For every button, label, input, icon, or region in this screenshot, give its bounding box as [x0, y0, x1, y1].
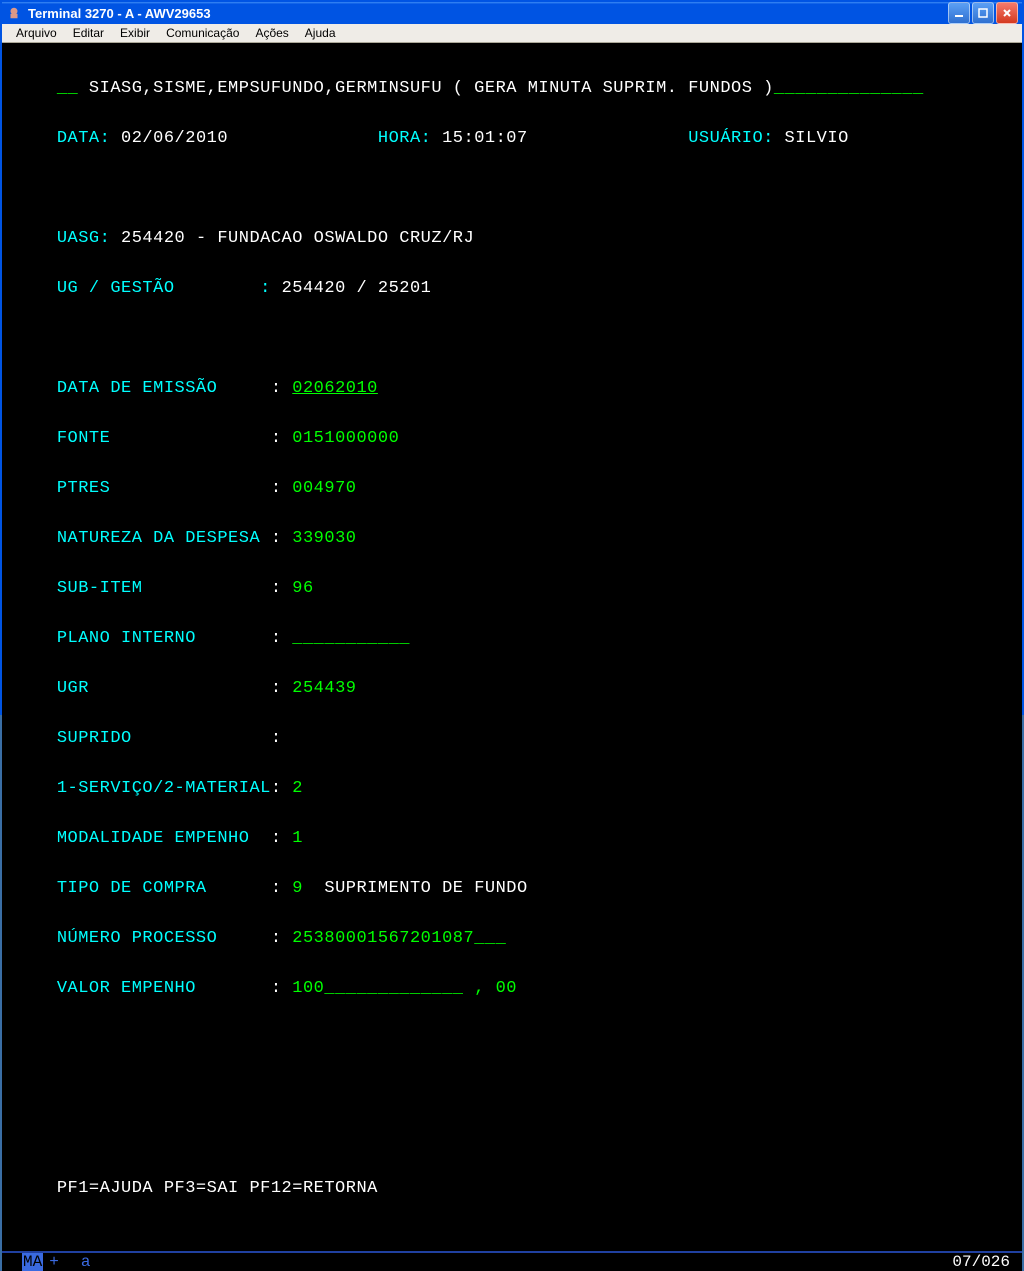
- titlebar[interactable]: Terminal 3270 - A - AWV29653: [2, 2, 1022, 24]
- data-emissao-label: DATA DE EMISSÃO: [57, 379, 271, 398]
- ptres-value[interactable]: 004970: [292, 479, 356, 498]
- tipocompra-value[interactable]: 9: [292, 879, 303, 898]
- tipocompra-label: TIPO DE COMPRA: [57, 879, 271, 898]
- status-ma: MA: [22, 1253, 43, 1271]
- status-position: 07/026: [952, 1253, 1010, 1271]
- colon: :: [271, 579, 292, 598]
- colon: :: [271, 729, 292, 748]
- colon: :: [271, 429, 292, 448]
- titlebar-text: Terminal 3270 - A - AWV29653: [28, 6, 948, 21]
- menu-arquivo[interactable]: Arquivo: [8, 24, 65, 42]
- header-path: SIASG,SISME,EMPSUFUNDO,GERMINSUFU ( GERA…: [78, 79, 774, 98]
- menu-ajuda[interactable]: Ajuda: [297, 24, 344, 42]
- colon: :: [271, 929, 292, 948]
- terminal-window: Terminal 3270 - A - AWV29653 Arquivo Edi…: [0, 0, 1024, 715]
- valor-value[interactable]: 100: [292, 979, 324, 998]
- titlebar-buttons: [948, 2, 1018, 24]
- status-left: MA + a: [22, 1253, 952, 1271]
- colon: :: [271, 679, 292, 698]
- maximize-button[interactable]: [972, 2, 994, 24]
- menu-editar[interactable]: Editar: [65, 24, 112, 42]
- colon: :: [271, 629, 292, 648]
- natureza-label: NATUREZA DA DESPESA: [57, 529, 271, 548]
- subitem-label: SUB-ITEM: [57, 579, 271, 598]
- subitem-value[interactable]: 96: [292, 579, 313, 598]
- uggestao-value: 254420 / 25201: [282, 279, 432, 298]
- usuario-value: SILVIO: [774, 129, 849, 148]
- colon: :: [271, 379, 292, 398]
- terminal-screen[interactable]: __ SIASG,SISME,EMPSUFUNDO,GERMINSUFU ( G…: [2, 43, 1022, 1251]
- ugr-label: UGR: [57, 679, 271, 698]
- uggestao-label: UG / GESTÃO :: [57, 279, 282, 298]
- natureza-value[interactable]: 339030: [292, 529, 356, 548]
- numproc-suffix[interactable]: ___: [474, 929, 506, 948]
- statusbar: MA + a 07/026: [2, 1251, 1022, 1271]
- menubar: Arquivo Editar Exibir Comunicação Ações …: [2, 24, 1022, 43]
- status-plus: +: [49, 1253, 59, 1271]
- valor-suffix[interactable]: _____________: [324, 979, 474, 998]
- plano-value[interactable]: ___________: [292, 629, 410, 648]
- header-prefix: __: [57, 79, 78, 98]
- colon: :: [271, 529, 292, 548]
- menu-acoes[interactable]: Ações: [247, 24, 296, 42]
- colon: :: [271, 879, 292, 898]
- valor-label: VALOR EMPENHO: [57, 979, 271, 998]
- close-button[interactable]: [996, 2, 1018, 24]
- colon: :: [271, 829, 292, 848]
- ptres-label: PTRES: [57, 479, 271, 498]
- servmat-value[interactable]: 2: [292, 779, 303, 798]
- minimize-button[interactable]: [948, 2, 970, 24]
- numproc-value[interactable]: 25380001567201087: [292, 929, 474, 948]
- servmat-label: 1-SERVIÇO/2-MATERIAL: [57, 779, 271, 798]
- data-label: DATA:: [57, 129, 111, 148]
- data-value: 02/06/2010: [110, 129, 378, 148]
- colon: :: [271, 479, 292, 498]
- usuario-label: USUÁRIO:: [688, 129, 774, 148]
- app-icon: [6, 5, 22, 21]
- uasg-label: UASG:: [57, 229, 111, 248]
- valor-dec[interactable]: , 00: [474, 979, 517, 998]
- colon: :: [271, 779, 292, 798]
- ugr-value[interactable]: 254439: [292, 679, 356, 698]
- modalidade-value[interactable]: 1: [292, 829, 303, 848]
- hora-label: HORA:: [378, 129, 432, 148]
- data-emissao-value[interactable]: 02062010: [292, 379, 378, 398]
- header-suffix: ______________: [774, 79, 924, 98]
- status-a: a: [81, 1253, 91, 1271]
- tipocompra-desc: SUPRIMENTO DE FUNDO: [303, 879, 528, 898]
- colon: :: [271, 979, 292, 998]
- menu-comunicacao[interactable]: Comunicação: [158, 24, 247, 42]
- pf-keys: PF1=AJUDA PF3=SAI PF12=RETORNA: [57, 1179, 378, 1198]
- fonte-label: FONTE: [57, 429, 271, 448]
- menu-exibir[interactable]: Exibir: [112, 24, 158, 42]
- numproc-label: NÚMERO PROCESSO: [57, 929, 271, 948]
- suprido-label: SUPRIDO: [57, 729, 271, 748]
- fonte-value[interactable]: 0151000000: [292, 429, 399, 448]
- hora-value: 15:01:07: [431, 129, 688, 148]
- plano-label: PLANO INTERNO: [57, 629, 271, 648]
- modalidade-label: MODALIDADE EMPENHO: [57, 829, 271, 848]
- uasg-value: 254420 - FUNDACAO OSWALDO CRUZ/RJ: [110, 229, 474, 248]
